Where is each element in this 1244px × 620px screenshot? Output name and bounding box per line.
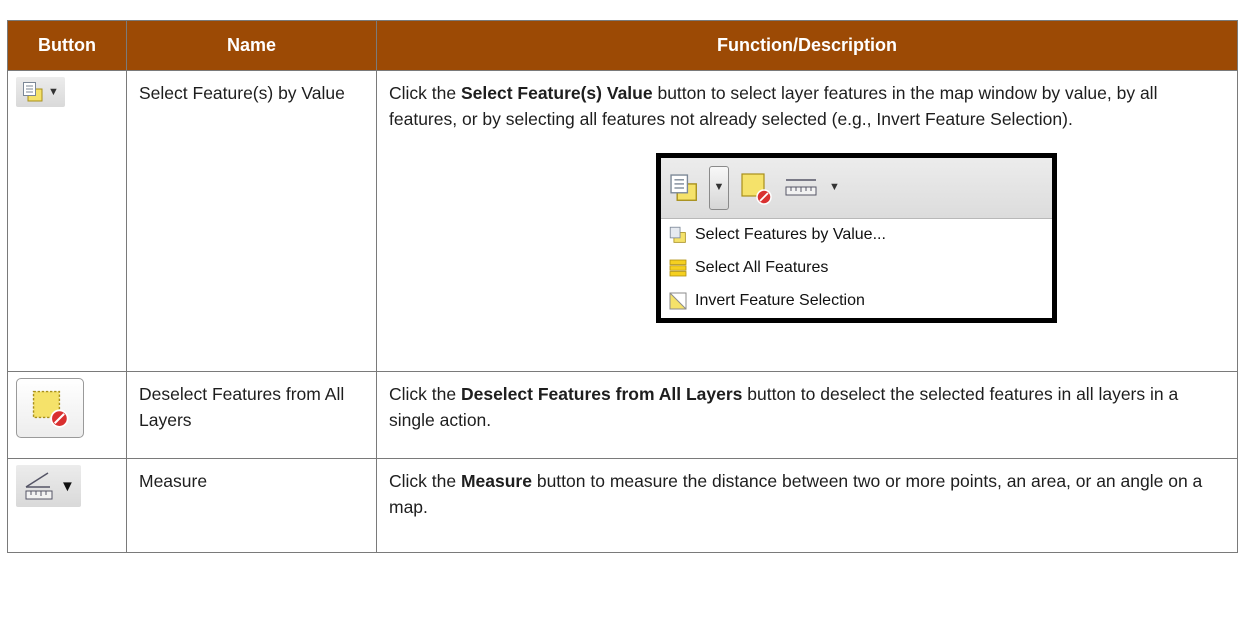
row-name: Measure: [126, 458, 377, 553]
menu-item-invert-selection[interactable]: Invert Feature Selection: [661, 285, 1052, 318]
chevron-down-icon: ▼: [713, 181, 725, 193]
invert-selection-icon: [669, 292, 687, 310]
select-by-value-icon: [670, 173, 697, 201]
table-row: ▼ Measure Click the Measure button to me…: [7, 458, 1238, 553]
menu-item-select-by-value[interactable]: Select Features by Value...: [661, 219, 1052, 252]
header-button: Button: [7, 20, 127, 71]
row-description: Click the Select Feature(s) Value button…: [376, 70, 1238, 372]
chevron-down-icon: ▼: [60, 477, 75, 495]
chevron-down-icon: ▼: [48, 85, 59, 98]
select-by-value-icon: [669, 226, 686, 243]
table-row: ▼ Select Feature(s) by Value Click the S…: [7, 70, 1238, 372]
measure-icon: [25, 472, 53, 500]
select-all-icon: [669, 259, 687, 277]
button-cell: [7, 371, 127, 459]
deselect-features-button[interactable]: [16, 378, 84, 438]
inset-toolbar: ▼ ▼: [661, 157, 1052, 219]
button-reference-table: Button Name Function/Description ▼ Selec…: [7, 20, 1238, 553]
row-description: Click the Measure button to measure the …: [376, 458, 1238, 553]
row-name: Select Feature(s) by Value: [126, 70, 377, 372]
deselect-features-icon: [32, 390, 69, 428]
header-name: Name: [126, 20, 377, 71]
button-cell: ▼: [7, 458, 127, 553]
select-by-value-button[interactable]: ▼: [16, 77, 65, 107]
header-function: Function/Description: [376, 20, 1238, 71]
deselect-features-icon: [741, 172, 772, 205]
menu-item-select-all[interactable]: Select All Features: [661, 252, 1052, 285]
measure-icon: [785, 178, 817, 195]
select-dropdown-screenshot: ▼ ▼ Select Features by Value... Select A…: [656, 152, 1057, 323]
select-by-value-icon: [23, 82, 43, 102]
chevron-down-icon: ▼: [829, 181, 840, 193]
dropdown-toggle[interactable]: ▼: [709, 165, 729, 210]
button-cell: ▼: [7, 70, 127, 372]
row-name: Deselect Features from All Layers: [126, 371, 377, 459]
header-row: Button Name Function/Description: [7, 20, 1238, 71]
table-row: Deselect Features from All Layers Click …: [7, 371, 1238, 459]
measure-button[interactable]: ▼: [16, 465, 81, 507]
row-description: Click the Deselect Features from All Lay…: [376, 371, 1238, 459]
